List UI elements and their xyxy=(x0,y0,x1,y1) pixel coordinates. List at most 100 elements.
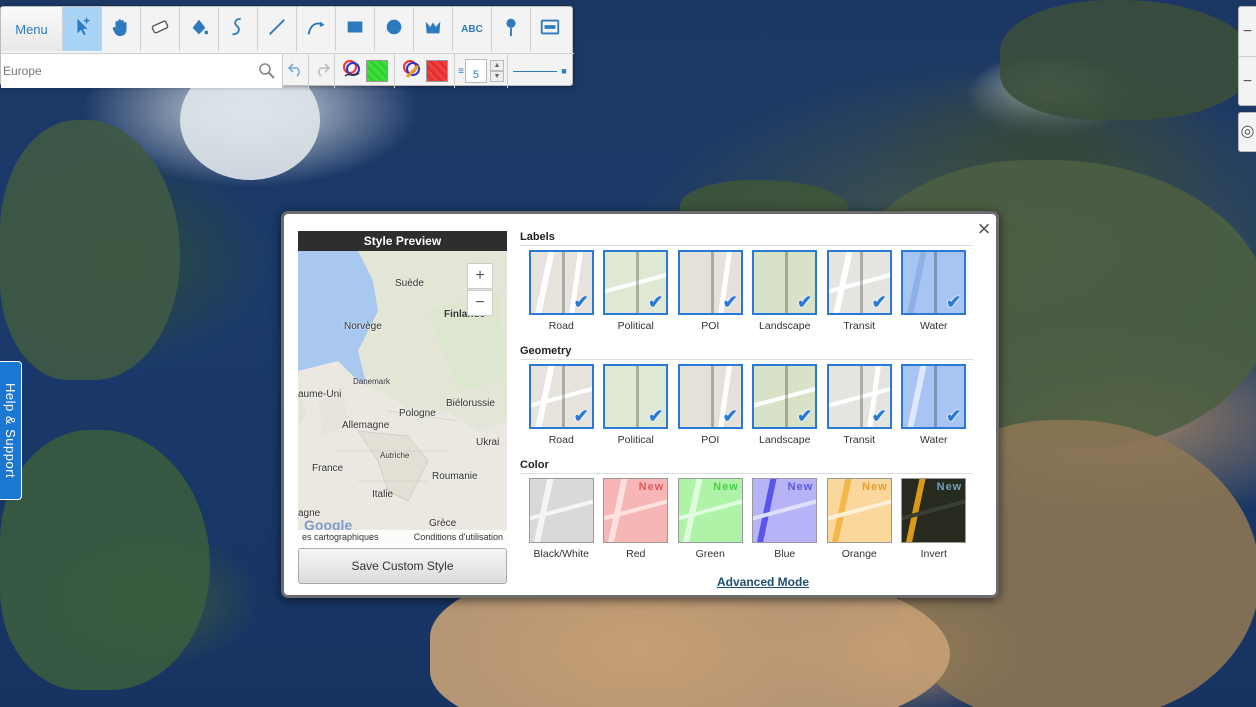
route-tool-button[interactable] xyxy=(297,7,336,51)
tile-label: Road xyxy=(548,320,574,332)
labels-political-option[interactable]: ✔ Political xyxy=(599,250,674,332)
eraser-tool-button[interactable] xyxy=(141,7,180,51)
check-icon: ✔ xyxy=(573,406,589,426)
text-tool-button[interactable]: ABC xyxy=(453,7,492,51)
geometry-water-option[interactable]: ✔ Water xyxy=(897,364,972,446)
stroke-color-picker[interactable] xyxy=(335,54,395,88)
labels-section-title: Labels xyxy=(520,231,555,243)
circle-icon xyxy=(383,16,405,43)
stroke-width-spinner[interactable]: ▲ ▼ xyxy=(489,60,504,82)
zoom-out-button[interactable]: − xyxy=(1239,57,1256,107)
marker-tool-button[interactable] xyxy=(492,7,531,51)
polygon-tool-button[interactable] xyxy=(414,7,453,51)
color-green-option[interactable]: New Green xyxy=(673,478,748,560)
check-icon: ✔ xyxy=(573,292,589,312)
preview-zoom-out-button[interactable]: − xyxy=(467,290,493,316)
style-preview-map[interactable]: Suède Finlande Norvège Danemark aume-Uni… xyxy=(298,251,507,544)
hand-icon xyxy=(110,16,132,43)
color-blue-option[interactable]: New Blue xyxy=(748,478,823,560)
locate-button[interactable]: ◎ xyxy=(1238,112,1256,152)
zoom-in-button[interactable]: − xyxy=(1239,7,1256,57)
tile-label: Water xyxy=(919,320,948,332)
pin-icon xyxy=(500,16,522,43)
search-box xyxy=(1,54,283,88)
freehand-tool-button[interactable] xyxy=(219,7,258,51)
labels-poi-option[interactable]: ✔ POI xyxy=(673,250,748,332)
check-icon: ✔ xyxy=(797,292,813,312)
tile-label: Orange xyxy=(841,548,877,560)
map-style-tool-button[interactable] xyxy=(531,7,568,51)
undo-button[interactable] xyxy=(283,54,309,88)
color-orange-option[interactable]: New Orange xyxy=(822,478,897,560)
advanced-mode-link[interactable]: Advanced Mode xyxy=(717,575,809,589)
geometry-section-title: Geometry xyxy=(520,345,572,357)
circle-tool-button[interactable] xyxy=(375,7,414,51)
drawing-toolbar: Menu ABC Europe ≡ 5 ▲ ▼ ■ xyxy=(0,6,574,88)
labels-road-option[interactable]: ✔ Road xyxy=(524,250,599,332)
fill-tool-button[interactable] xyxy=(180,7,219,51)
fill-color-swatch xyxy=(426,60,448,82)
line-style-preview xyxy=(513,70,558,72)
labels-water-option[interactable]: ✔ Water xyxy=(897,250,972,332)
map-label: Grèce xyxy=(429,518,457,529)
tile-label: Political xyxy=(617,434,654,446)
rectangle-icon xyxy=(344,16,366,43)
tile-label: POI xyxy=(701,434,720,446)
color-tiles: Black/White New Red New Green New Blue N… xyxy=(524,478,971,560)
search-input[interactable] xyxy=(3,60,253,82)
preview-zoom-in-button[interactable]: + xyxy=(467,263,493,289)
map-label: Biélorussie xyxy=(446,398,495,409)
tile-label: Black/White xyxy=(533,548,589,560)
rectangle-tool-button[interactable] xyxy=(336,7,375,51)
locate-icon: ◎ xyxy=(1240,123,1255,140)
line-style-picker[interactable]: ■ xyxy=(508,54,572,88)
fill-color-icon xyxy=(401,58,423,85)
check-icon: ✔ xyxy=(722,292,738,312)
tile-label: Landscape xyxy=(759,434,811,446)
save-custom-style-button[interactable]: Save Custom Style xyxy=(298,548,507,584)
map-label: aume-Uni xyxy=(298,389,342,400)
terms-link[interactable]: Conditions d'utilisation xyxy=(414,530,503,544)
tile-label: Transit xyxy=(843,320,876,332)
geometry-political-option[interactable]: ✔ Political xyxy=(599,364,674,446)
line-icon xyxy=(266,16,288,43)
geometry-tiles: ✔ Road ✔ Political ✔ POI ✔ Landscape ✔ T… xyxy=(524,364,971,446)
geometry-poi-option[interactable]: ✔ POI xyxy=(673,364,748,446)
line-tool-button[interactable] xyxy=(258,7,297,51)
close-icon[interactable]: × xyxy=(975,218,993,240)
labels-landscape-option[interactable]: ✔ Landscape xyxy=(748,250,823,332)
check-icon: ✔ xyxy=(946,292,962,312)
geometry-landscape-option[interactable]: ✔ Landscape xyxy=(748,364,823,446)
map-label: Suède xyxy=(395,278,424,289)
map-data-link[interactable]: es cartographiques xyxy=(302,530,379,544)
menu-button[interactable]: Menu xyxy=(1,7,63,51)
fill-color-picker[interactable] xyxy=(395,54,455,88)
map-style-dialog: × Style Preview Suède Finlande Norvège D… xyxy=(281,211,999,598)
pointer-move-icon xyxy=(71,16,93,43)
spinner-down-icon[interactable]: ▼ xyxy=(489,71,504,82)
select-tool-button[interactable] xyxy=(63,7,102,51)
redo-button[interactable] xyxy=(309,54,335,88)
help-support-tab[interactable]: Help & Support xyxy=(0,361,22,500)
check-icon: ✔ xyxy=(722,406,738,426)
map-label: Allemagne xyxy=(342,420,390,431)
spinner-up-icon[interactable]: ▲ xyxy=(489,60,504,71)
labels-tiles: ✔ Road ✔ Political ✔ POI ✔ Landscape ✔ T… xyxy=(524,250,971,332)
color-invert-option[interactable]: New Invert xyxy=(897,478,972,560)
tile-label: POI xyxy=(701,320,720,332)
curve-icon xyxy=(227,16,249,43)
search-icon[interactable] xyxy=(258,62,276,80)
color-red-option[interactable]: New Red xyxy=(599,478,674,560)
stroke-width-control: ≡ 5 ▲ ▼ xyxy=(455,54,508,88)
geometry-transit-option[interactable]: ✔ Transit xyxy=(822,364,897,446)
geometry-road-option[interactable]: ✔ Road xyxy=(524,364,599,446)
map-attribution: es cartographiques Conditions d'utilisat… xyxy=(298,530,507,544)
labels-transit-option[interactable]: ✔ Transit xyxy=(822,250,897,332)
map-style-icon xyxy=(539,16,561,43)
stroke-width-field[interactable]: 5 xyxy=(464,59,487,83)
color-section-title: Color xyxy=(520,459,549,471)
stroke-color-swatch xyxy=(366,60,388,82)
pan-tool-button[interactable] xyxy=(102,7,141,51)
color-blackwhite-option[interactable]: Black/White xyxy=(524,478,599,560)
check-icon: ✔ xyxy=(946,406,962,426)
